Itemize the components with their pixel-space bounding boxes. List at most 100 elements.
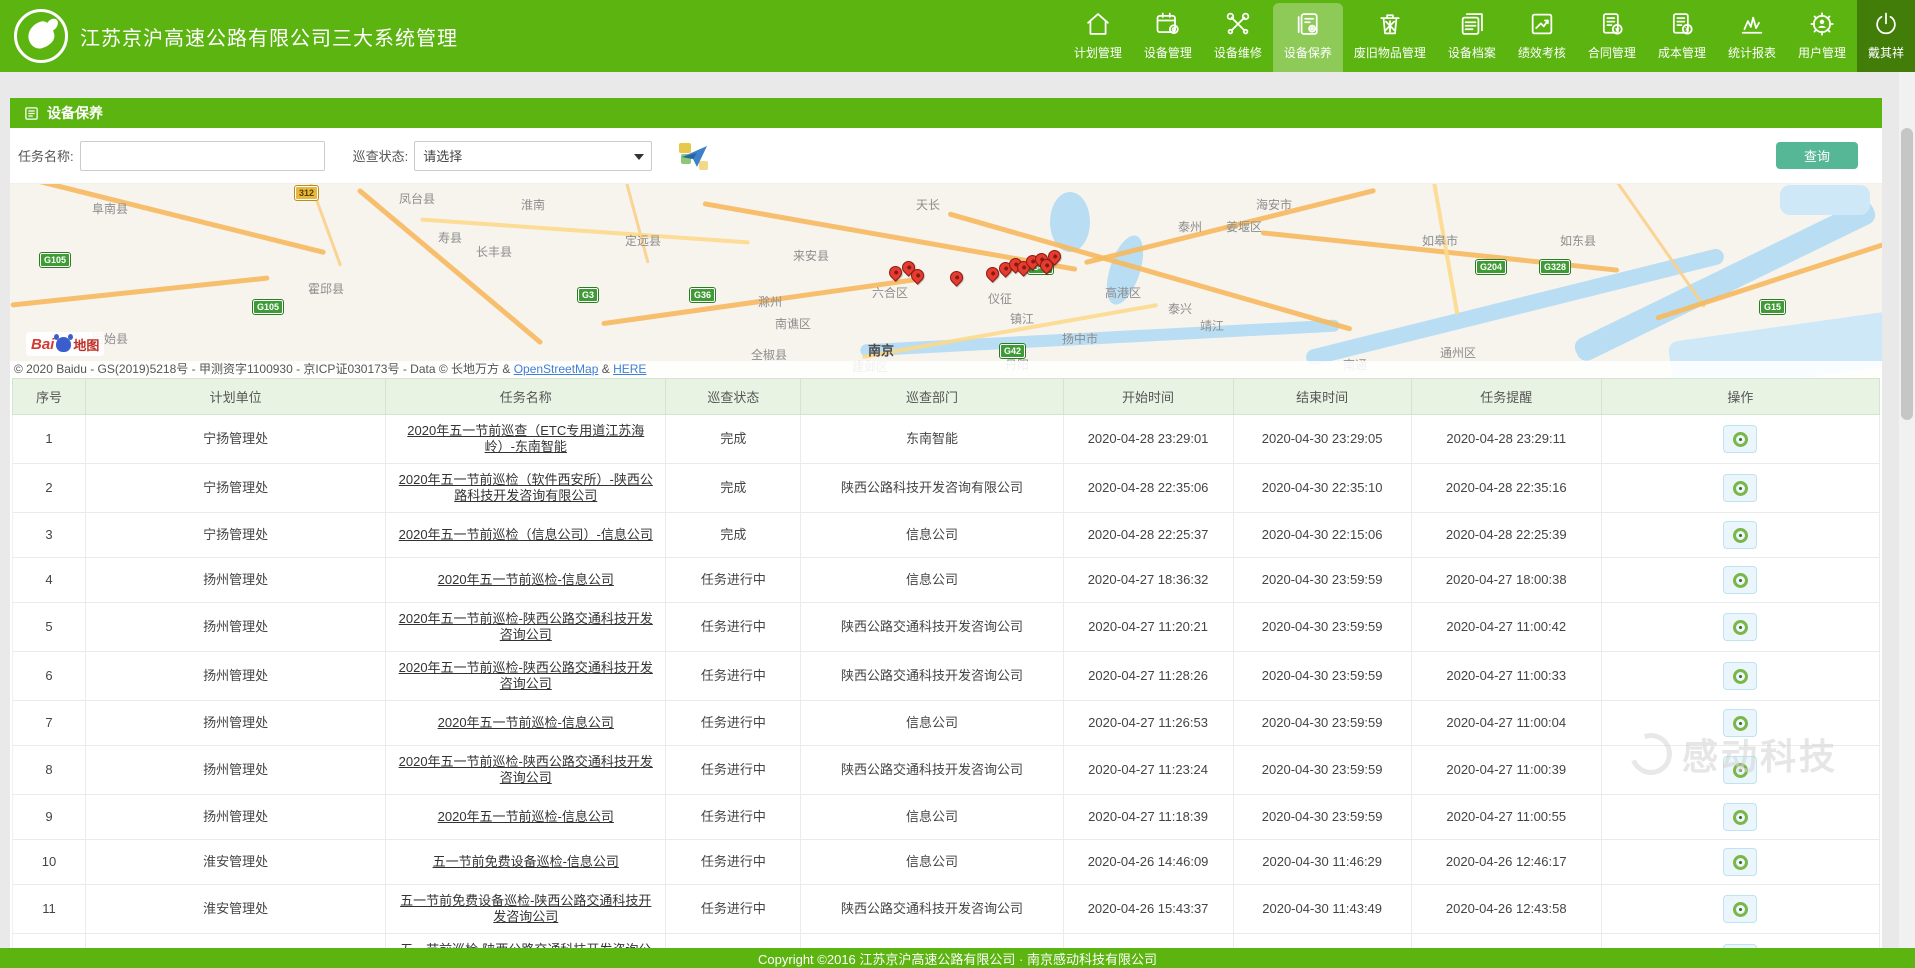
remind-time-cell: 2020-04-27 11:00:55 (1411, 795, 1601, 840)
task-link[interactable]: 2020年五一节前巡检-信息公司 (438, 809, 614, 824)
nav-item-label: 计划管理 (1074, 44, 1122, 61)
status-cell: 任务进行中 (666, 746, 801, 795)
task-link[interactable]: 2020年五一节前巡检-陕西公路交通科技开发咨询公司 (399, 660, 653, 691)
map-place-label: 淮南 (521, 196, 545, 213)
nav-item-8[interactable]: ¥成本管理 (1647, 0, 1717, 72)
scrollbar-thumb[interactable] (1901, 128, 1913, 420)
view-button[interactable] (1723, 709, 1757, 737)
task-link[interactable]: 2020年五一节前巡查（ETC专用道江苏海岭）-东南智能 (407, 423, 644, 454)
status-cell: 任务进行中 (666, 795, 801, 840)
nav-item-0[interactable]: 计划管理 (1063, 0, 1133, 72)
nav-user-menu[interactable]: 戴其祥 (1857, 0, 1915, 72)
remind-time-cell: 2020-04-26 12:43:58 (1411, 885, 1601, 934)
status-cell: 完成 (666, 415, 801, 464)
nav-item-1[interactable]: 设备管理 (1133, 0, 1203, 72)
baidu-map[interactable]: 阜南县凤台县淮南寿县长丰县定远县来安县天长泰州姜堰区海安市如皋市如东县霍邱县固始… (10, 184, 1882, 378)
dept-cell: 陕西公路科技开发咨询有限公司 (801, 464, 1063, 513)
task-link[interactable]: 2020年五一节前巡检-陕西公路交通科技开发咨询公司 (399, 611, 653, 642)
map-place-label: 来安县 (793, 247, 829, 264)
nav-item-4[interactable]: 废旧物品管理 (1343, 0, 1437, 72)
maintain-icon (1293, 9, 1323, 39)
view-button[interactable] (1723, 895, 1757, 923)
view-button[interactable] (1723, 662, 1757, 690)
query-button[interactable]: 查询 (1776, 142, 1858, 169)
table-row: 6扬州管理处2020年五一节前巡检-陕西公路交通科技开发咨询公司任务进行中陕西公… (13, 652, 1880, 701)
status-select[interactable]: 请选择 (414, 141, 652, 171)
map-place-label: 寿县 (438, 229, 462, 246)
table-row: 7扬州管理处2020年五一节前巡检-信息公司任务进行中信息公司2020-04-2… (13, 701, 1880, 746)
view-button[interactable] (1723, 848, 1757, 876)
baidu-paw-icon (56, 337, 71, 352)
seq-cell: 8 (13, 746, 86, 795)
map-place-label: 天长 (916, 196, 940, 213)
end-time-cell: 2020-04-30 23:59:59 (1233, 701, 1411, 746)
nav-item-6[interactable]: 绩效考核 (1507, 0, 1577, 72)
task-link[interactable]: 2020年五一节前巡检（信息公司）-信息公司 (399, 527, 653, 542)
map-place-label: 如东县 (1560, 232, 1596, 249)
task-cell: 五一节前免费设备巡检-陕西公路交通科技开发咨询公司 (386, 885, 666, 934)
copyright-text: Copyright ©2016 江苏京沪高速公路有限公司 · 南京感动科技有限公… (758, 949, 1157, 968)
remind-time-cell: 2020-04-27 11:00:39 (1411, 746, 1601, 795)
start-time-cell: 2020-04-28 22:35:06 (1063, 464, 1233, 513)
task-link[interactable]: 五一节前免费设备巡检-信息公司 (433, 854, 619, 869)
nav-item-3[interactable]: 设备保养 (1273, 3, 1343, 72)
nav-item-2[interactable]: 设备维修 (1203, 0, 1273, 72)
op-cell (1601, 652, 1879, 701)
task-name-input[interactable] (80, 141, 325, 171)
op-cell (1601, 415, 1879, 464)
nav-item-10[interactable]: 用户管理 (1787, 0, 1857, 72)
main-nav: 计划管理设备管理设备维修设备保养废旧物品管理设备档案绩效考核合同管理¥成本管理统… (1063, 0, 1915, 72)
nav-item-5[interactable]: 设备档案 (1437, 0, 1507, 72)
map-place-label: 如皋市 (1422, 232, 1458, 249)
start-time-cell: 2020-04-28 22:25:37 (1063, 513, 1233, 558)
table-row: 8扬州管理处2020年五一节前巡检-陕西公路交通科技开发咨询公司任务进行中陕西公… (13, 746, 1880, 795)
op-cell (1601, 558, 1879, 603)
view-button[interactable] (1723, 756, 1757, 784)
task-link[interactable]: 2020年五一节前巡检-信息公司 (438, 572, 614, 587)
locate-send-button[interactable] (678, 140, 710, 172)
nav-item-7[interactable]: 合同管理 (1577, 0, 1647, 72)
unit-cell: 宁扬管理处 (86, 415, 386, 464)
start-time-cell: 2020-04-26 15:43:37 (1063, 885, 1233, 934)
op-cell (1601, 513, 1879, 558)
page-scrollbar[interactable] (1899, 72, 1915, 968)
map-place-label: 滁州 (758, 293, 782, 310)
map-marker-icon[interactable] (947, 268, 965, 286)
road-shield-badge: G105 (40, 253, 70, 267)
map-place-label: 通州区 (1440, 344, 1476, 361)
table-row: 2宁扬管理处2020年五一节前巡检（软件西安所）-陕西公路科技开发咨询有限公司完… (13, 464, 1880, 513)
view-button[interactable] (1723, 425, 1757, 453)
end-time-cell: 2020-04-30 22:35:10 (1233, 464, 1411, 513)
task-cell: 2020年五一节前巡查（ETC专用道江苏海岭）-东南智能 (386, 415, 666, 464)
unit-cell: 扬州管理处 (86, 795, 386, 840)
view-button[interactable] (1723, 566, 1757, 594)
task-link[interactable]: 五一节前免费设备巡检-陕西公路交通科技开发咨询公司 (400, 893, 651, 924)
view-button[interactable] (1723, 474, 1757, 502)
task-link[interactable]: 2020年五一节前巡检-信息公司 (438, 715, 614, 730)
dept-cell: 信息公司 (801, 513, 1063, 558)
here-link[interactable]: HERE (613, 362, 646, 376)
view-button[interactable] (1723, 803, 1757, 831)
map-place-label: 扬中市 (1062, 330, 1098, 347)
road-shield-badge: G105 (253, 300, 283, 314)
status-cell: 任务进行中 (666, 701, 801, 746)
map-attribution: © 2020 Baidu - GS(2019)5218号 - 甲测资字11009… (10, 361, 1882, 378)
breadcrumb: 设备保养 (10, 98, 1882, 128)
view-button[interactable] (1723, 521, 1757, 549)
seq-cell: 5 (13, 603, 86, 652)
osm-link[interactable]: OpenStreetMap (514, 362, 599, 376)
task-link[interactable]: 2020年五一节前巡检（软件西安所）-陕西公路科技开发咨询有限公司 (399, 472, 653, 503)
end-time-cell: 2020-04-30 23:59:59 (1233, 558, 1411, 603)
view-button[interactable] (1723, 613, 1757, 641)
unit-cell: 扬州管理处 (86, 746, 386, 795)
nav-item-label: 成本管理 (1658, 44, 1706, 61)
seq-cell: 7 (13, 701, 86, 746)
remind-time-cell: 2020-04-28 22:35:16 (1411, 464, 1601, 513)
task-link[interactable]: 2020年五一节前巡检-陕西公路交通科技开发咨询公司 (399, 754, 653, 785)
task-cell: 2020年五一节前巡检（信息公司）-信息公司 (386, 513, 666, 558)
task-table-wrap: 序号计划单位任务名称巡查状态巡查部门开始时间结束时间任务提醒操作 1宁扬管理处2… (12, 378, 1880, 968)
dept-cell: 信息公司 (801, 701, 1063, 746)
start-time-cell: 2020-04-26 14:46:09 (1063, 840, 1233, 885)
nav-item-label: 戴其祥 (1868, 44, 1904, 61)
nav-item-9[interactable]: 统计报表 (1717, 0, 1787, 72)
